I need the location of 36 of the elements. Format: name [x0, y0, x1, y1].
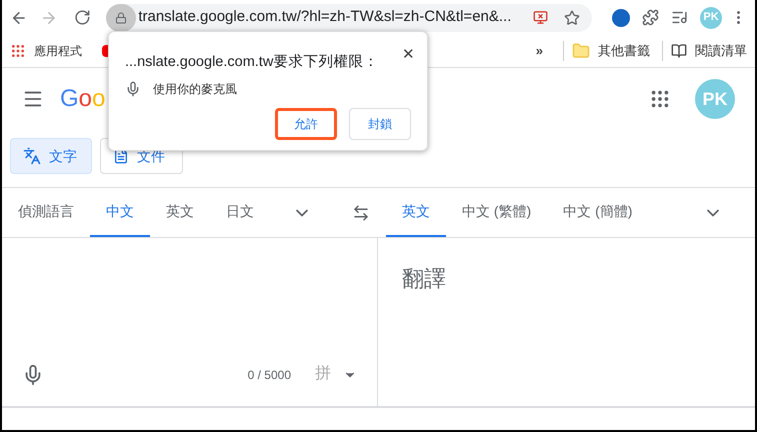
language-tab[interactable]: 日文	[210, 188, 270, 237]
bookmark-item[interactable]: 閱讀清單	[695, 41, 747, 61]
overflow-chevron[interactable]: »	[536, 41, 543, 61]
language-tab[interactable]: 中文 (簡體)	[547, 188, 648, 237]
star-icon[interactable]	[564, 10, 580, 26]
logo: Goo	[60, 84, 106, 114]
apps-icon	[10, 43, 26, 59]
popup-title: ...nslate.google.com.tw要求下列權限：	[125, 53, 378, 72]
character-count: 0 / 5000	[248, 367, 291, 384]
document-icon	[113, 148, 129, 164]
permission-button[interactable]: 允許	[275, 108, 337, 140]
translate-icon	[23, 147, 41, 165]
language-tab[interactable]: 中文 (繁體)	[446, 188, 548, 237]
puzzle-icon[interactable]	[642, 9, 659, 26]
playlist-icon[interactable]	[671, 9, 688, 26]
swap-icon[interactable]	[352, 204, 370, 222]
mode-button[interactable]: 文字	[10, 138, 92, 174]
bookmark-item[interactable]: 其他書籤	[598, 41, 650, 61]
close-button[interactable]: ✕	[402, 44, 415, 66]
extension-icon[interactable]	[612, 8, 630, 26]
language-tab[interactable]: 英文	[386, 188, 446, 237]
language-tab[interactable]: 英文	[150, 188, 210, 237]
translation-output-field[interactable]: 翻譯	[378, 238, 755, 406]
address-bar[interactable]: translate.google.com.tw/?hl=zh-TW&sl=zh-CN&tl=en&...	[106, 4, 592, 32]
microphone-icon	[125, 80, 141, 97]
url-text: translate.google.com.tw/?hl=zh-TW&sl=zh-CN&tl=en&...	[138, 7, 512, 28]
permission-button[interactable]: 封鎖	[349, 108, 411, 140]
language-tab[interactable]: 偵測語言	[2, 188, 90, 237]
reading-list-icon	[671, 43, 687, 59]
language-tab[interactable]: 中文	[90, 188, 150, 237]
bookmark-item[interactable]: 應用程式	[34, 42, 82, 60]
apps-icon[interactable]	[649, 88, 671, 110]
lock-icon	[115, 12, 128, 24]
reload-icon[interactable]	[74, 9, 90, 26]
folder-icon	[572, 42, 590, 60]
permission-text: 使用你的麥克風	[153, 80, 237, 98]
